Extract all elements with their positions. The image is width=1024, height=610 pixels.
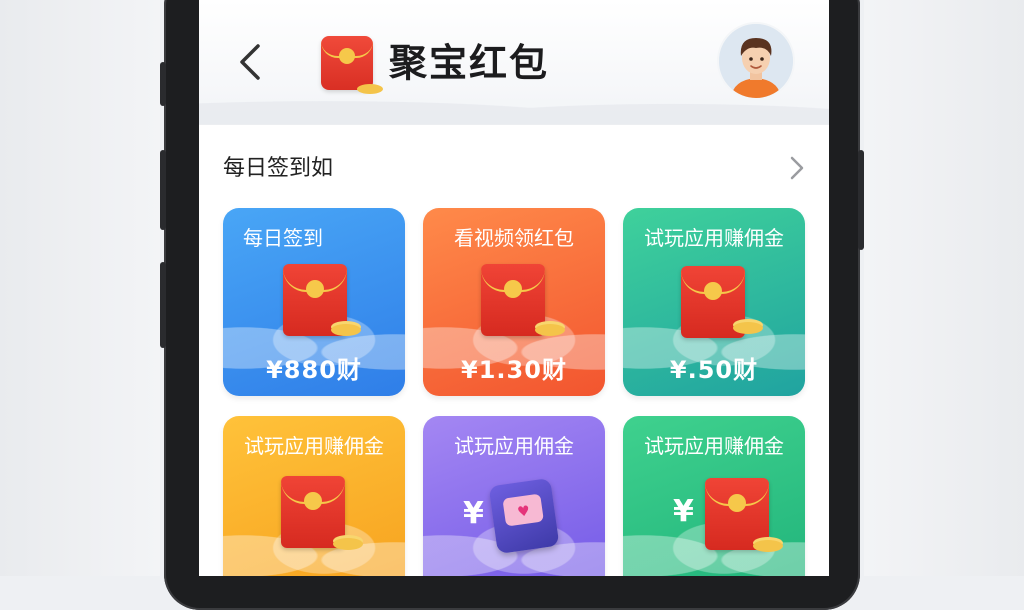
phone-screen: 聚宝红包 每日签到如 每日签到 ¥880财 看视频领红包 ¥1.30财 试玩应用…: [199, 0, 829, 576]
volume-up-side-button: [160, 62, 166, 106]
card-label: 试玩应用佣金: [454, 434, 574, 458]
task-card-try-apps-3[interactable]: 试玩应用赚佣金 ¥: [623, 416, 805, 576]
coin-icon: [333, 538, 363, 550]
task-card-app-commission[interactable]: 试玩应用佣金 ¥ ♥: [423, 416, 605, 576]
user-avatar[interactable]: [717, 22, 795, 100]
card-amount: ¥1.30财: [461, 356, 567, 384]
card-label: 试玩应用赚佣金: [244, 434, 384, 458]
back-button[interactable]: [235, 42, 265, 82]
section-title: 每日签到如: [223, 156, 334, 181]
coin-icon: [331, 324, 361, 336]
card-label: 试玩应用赚佣金: [644, 226, 784, 250]
red-envelope-icon: [705, 478, 769, 550]
section-more-button[interactable]: [785, 154, 809, 182]
background-left: [0, 0, 160, 576]
chevron-left-icon: [240, 44, 260, 80]
card-label: 看视频领红包: [454, 226, 574, 250]
app-title: 聚宝红包: [389, 41, 550, 85]
coin-icon: [535, 324, 565, 336]
task-card-try-apps[interactable]: 试玩应用赚佣金 ¥.50财: [623, 208, 805, 396]
card-label: 每日签到: [243, 226, 323, 250]
task-card-watch-video[interactable]: 看视频领红包 ¥1.30财: [423, 208, 605, 396]
chevron-right-icon: [790, 156, 804, 180]
app-header: 聚宝红包: [199, 0, 829, 125]
side-button: [160, 262, 166, 348]
yen-symbol: ¥: [673, 494, 694, 529]
task-card-daily-checkin[interactable]: 每日签到 ¥880财: [223, 208, 405, 396]
task-card-try-apps-2[interactable]: 试玩应用赚佣金: [223, 416, 405, 576]
red-envelope-icon: [481, 264, 545, 336]
background-right: [864, 0, 1024, 576]
card-amount: ¥.50财: [669, 356, 759, 384]
red-envelope-icon: [281, 476, 345, 548]
power-side-button: [858, 150, 864, 250]
card-amount: ¥880财: [266, 356, 362, 384]
volume-down-side-button: [160, 150, 166, 230]
user-avatar-icon: [719, 24, 793, 98]
yen-symbol: ¥: [463, 496, 484, 531]
wallet-icon: ♥: [488, 478, 560, 554]
card-label: 试玩应用赚佣金: [644, 434, 784, 458]
coin-icon: [733, 322, 763, 334]
app-logo-red-envelope-icon: [321, 36, 383, 94]
coin-icon: [753, 540, 783, 552]
